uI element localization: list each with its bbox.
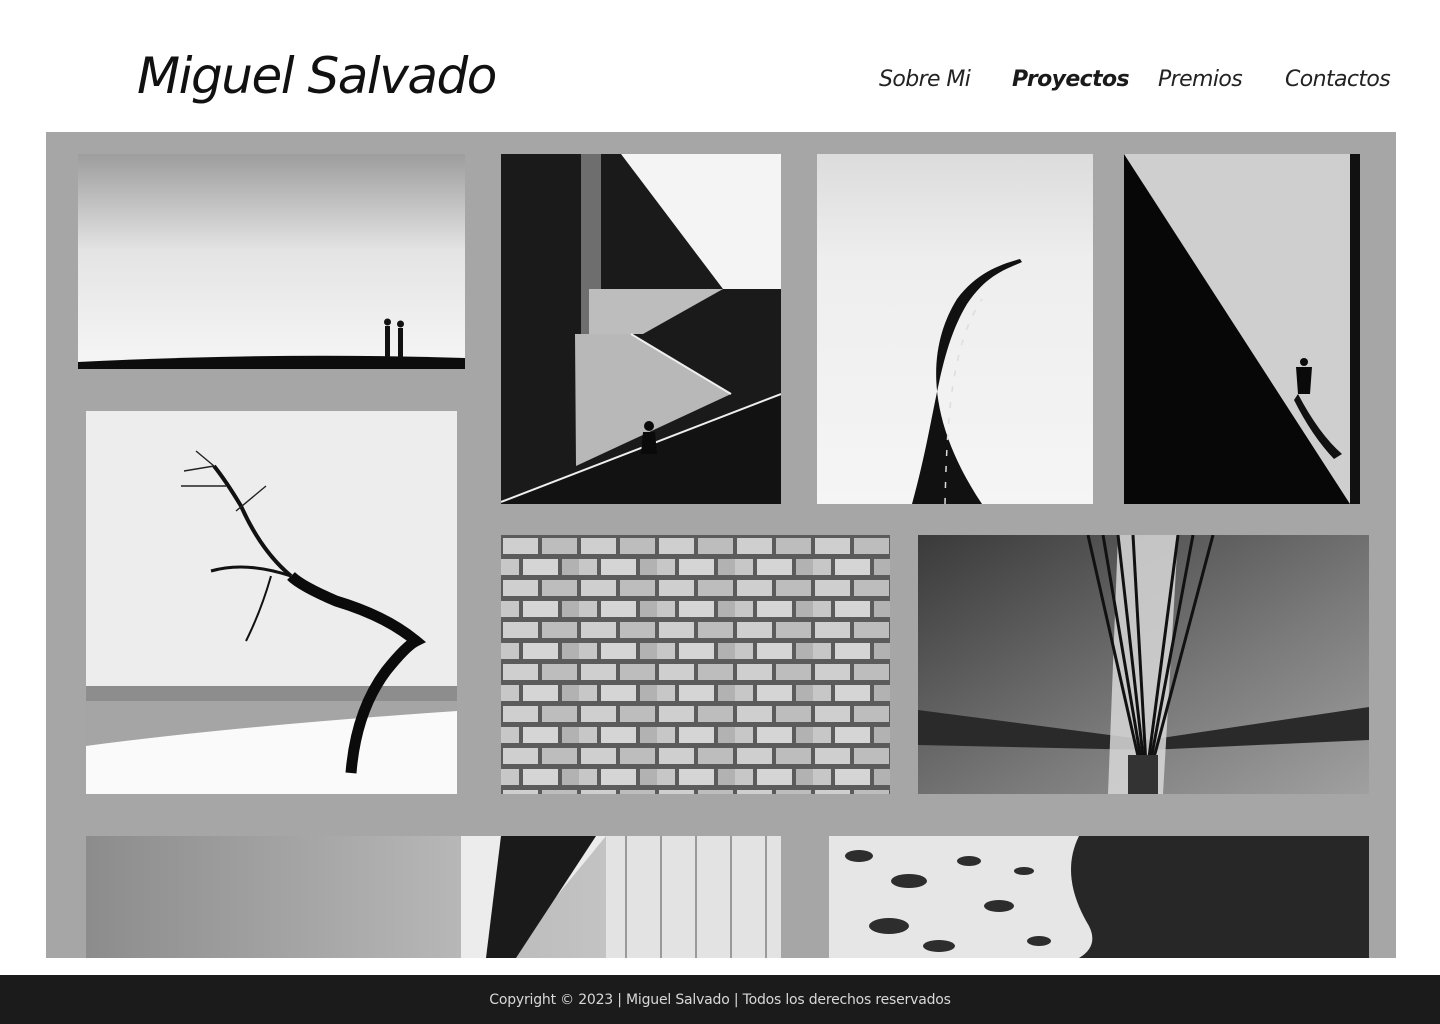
photo-aerial-beach[interactable] bbox=[829, 836, 1369, 958]
photo-building-facade[interactable] bbox=[86, 836, 781, 958]
nav-item-premios[interactable]: Premios bbox=[1158, 66, 1243, 94]
photo-bent-tree[interactable] bbox=[86, 411, 457, 794]
photo-geometric-stairs[interactable] bbox=[501, 154, 781, 504]
photo-winding-road[interactable] bbox=[817, 154, 1093, 504]
photo-gallery bbox=[46, 132, 1396, 958]
photo-brick-wall[interactable] bbox=[501, 535, 890, 794]
site-footer: Copyright © 2023 | Miguel Salvado | Todo… bbox=[0, 975, 1440, 1024]
nav-item-proyectos[interactable]: Proyectos bbox=[1012, 66, 1130, 94]
photo-diagonal-wall[interactable] bbox=[1124, 154, 1360, 504]
footer-copyright: Copyright © 2023 | Miguel Salvado | Todo… bbox=[489, 991, 951, 1008]
nav-item-contactos[interactable]: Contactos bbox=[1285, 66, 1391, 94]
photo-couple-horizon[interactable] bbox=[78, 154, 465, 369]
nav-item-sobre-mi[interactable]: Sobre Mi bbox=[879, 66, 971, 94]
main-nav: Sobre Mi Proyectos Premios Contactos bbox=[0, 66, 1440, 96]
photo-bridge-cables[interactable] bbox=[918, 535, 1369, 794]
